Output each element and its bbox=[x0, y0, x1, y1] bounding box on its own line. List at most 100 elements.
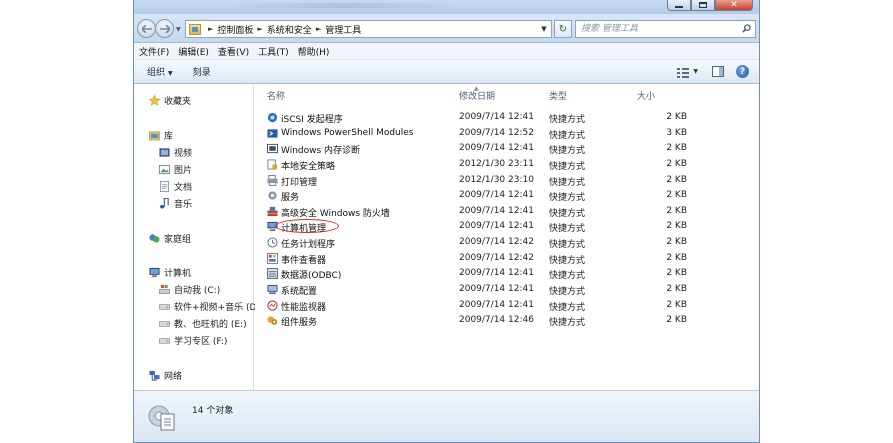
sidebar-item-videos[interactable]: 视频 bbox=[159, 146, 192, 159]
file-name: 数据源(ODBC) bbox=[281, 271, 342, 282]
file-name: 系统配置 bbox=[281, 287, 318, 298]
file-size: 2 KB bbox=[666, 174, 687, 185]
file-type: 快捷方式 bbox=[549, 177, 586, 188]
menu-file[interactable]: 文件(F) bbox=[139, 45, 169, 58]
chevron-right-icon[interactable]: ► bbox=[316, 25, 321, 33]
menu-view[interactable]: 查看(V) bbox=[218, 45, 249, 58]
preview-pane-icon[interactable] bbox=[712, 66, 724, 77]
file-date: 2009/7/14 12:41 bbox=[459, 221, 534, 232]
address-bar[interactable]: ► 控制面板 ► 系统和安全 ► 管理工具 ▼ bbox=[185, 20, 552, 38]
file-row[interactable]: 组件服务 2009/7/14 12:46 快捷方式 2 KB bbox=[255, 313, 759, 329]
menu-help[interactable]: 帮助(H) bbox=[298, 45, 330, 58]
sidebar-label: 教、也旺机的 (E:) bbox=[174, 320, 247, 330]
sidebar-item-computer[interactable]: 计算机 bbox=[149, 266, 191, 279]
file-row[interactable]: 事件查看器 2009/7/14 12:42 快捷方式 2 KB bbox=[255, 251, 759, 267]
sidebar-item-favorites[interactable]: 收藏夹 bbox=[149, 94, 191, 107]
file-date: 2009/7/14 12:42 bbox=[459, 252, 534, 263]
sidebar-item-music[interactable]: 音乐 bbox=[159, 197, 192, 210]
file-name: iSCSI 发起程序 bbox=[281, 115, 343, 125]
refresh-button[interactable]: ↻ bbox=[554, 20, 572, 38]
breadcrumb-admin-tools[interactable]: 管理工具 bbox=[325, 23, 361, 36]
task-scheduler-icon bbox=[267, 237, 278, 248]
sidebar-item-documents[interactable]: 文档 bbox=[159, 180, 192, 193]
file-row[interactable]: 数据源(ODBC) 2009/7/14 12:41 快捷方式 2 KB bbox=[255, 266, 759, 282]
sidebar-item-drive-d[interactable]: 软件+视频+音乐 (D bbox=[159, 300, 256, 313]
powershell-icon bbox=[267, 129, 278, 138]
control-panel-icon bbox=[189, 23, 201, 35]
burn-button[interactable]: 刻录 bbox=[193, 65, 211, 78]
organize-button[interactable]: 组织 ▼ bbox=[147, 65, 173, 78]
command-bar: 组织 ▼ 刻录 ▼ ? bbox=[134, 60, 759, 84]
column-header-type[interactable]: 类型 bbox=[549, 89, 567, 102]
file-name: 打印管理 bbox=[281, 177, 318, 188]
search-icon[interactable] bbox=[742, 24, 751, 33]
file-row[interactable]: 本地安全策略 2012/1/30 23:11 快捷方式 2 KB bbox=[255, 157, 759, 173]
sidebar-item-drive-e[interactable]: 教、也旺机的 (E:) bbox=[159, 317, 247, 330]
chevron-right-icon[interactable]: ► bbox=[257, 25, 262, 33]
sidebar-label: 学习专区 (F:) bbox=[174, 337, 228, 347]
breadcrumb-system-security[interactable]: 系统和安全 bbox=[267, 23, 312, 36]
sidebar-label: 库 bbox=[164, 132, 174, 142]
file-row[interactable]: 打印管理 2012/1/30 23:10 快捷方式 2 KB bbox=[255, 173, 759, 189]
chevron-right-icon[interactable]: ► bbox=[208, 25, 213, 33]
file-row[interactable]: 高级安全 Windows 防火墙 2009/7/14 12:41 快捷方式 2 KB bbox=[255, 204, 759, 220]
drive-icon bbox=[159, 304, 170, 310]
file-row[interactable]: Windows 内存诊断 2009/7/14 12:41 快捷方式 2 KB bbox=[255, 141, 759, 157]
file-row[interactable]: 服务 2009/7/14 12:41 快捷方式 2 KB bbox=[255, 188, 759, 204]
file-row[interactable]: 系统配置 2009/7/14 12:41 快捷方式 2 KB bbox=[255, 282, 759, 298]
sidebar-item-drive-f[interactable]: 学习专区 (F:) bbox=[159, 334, 227, 347]
file-size: 2 KB bbox=[666, 221, 687, 232]
computer-icon bbox=[149, 267, 160, 278]
column-header-name[interactable]: 名称 bbox=[267, 89, 285, 102]
file-row[interactable]: 任务计划程序 2009/7/14 12:42 快捷方式 2 KB bbox=[255, 235, 759, 251]
recent-pages-dropdown[interactable]: ▼ bbox=[176, 26, 181, 33]
chevron-down-icon[interactable]: ▼ bbox=[537, 25, 551, 33]
menu-bar: 文件(F) 编辑(E) 查看(V) 工具(T) 帮助(H) bbox=[134, 43, 759, 60]
menu-tools[interactable]: 工具(T) bbox=[258, 45, 289, 58]
file-date: 2009/7/14 12:41 bbox=[459, 268, 534, 279]
file-type: 快捷方式 bbox=[549, 115, 586, 125]
services-gear-icon bbox=[268, 191, 277, 200]
system-config-icon bbox=[267, 284, 278, 295]
maximize-button[interactable] bbox=[691, 0, 715, 11]
file-date: 2009/7/14 12:46 bbox=[459, 315, 534, 326]
file-row[interactable]: Windows PowerShell Modules 2009/7/14 12:5… bbox=[255, 126, 759, 142]
column-header-size[interactable]: 大小 bbox=[637, 89, 655, 102]
navigation-pane: 收藏夹 库 视频 图片 文档 音乐 家庭组 计算机 自动我 (C:) 软件+视频… bbox=[134, 85, 256, 390]
chevron-down-icon[interactable]: ▼ bbox=[693, 68, 698, 75]
file-date: 2009/7/14 12:41 bbox=[459, 205, 534, 216]
sidebar-item-libraries[interactable]: 库 bbox=[149, 129, 173, 142]
view-options-icon[interactable] bbox=[677, 67, 690, 78]
file-row[interactable]: 性能监视器 2009/7/14 12:41 快捷方式 2 KB bbox=[255, 298, 759, 314]
forward-button[interactable] bbox=[155, 19, 174, 38]
minimize-button[interactable] bbox=[667, 0, 691, 11]
search-input[interactable] bbox=[576, 21, 736, 37]
file-name: 计算机管理 bbox=[281, 224, 327, 235]
breadcrumb-control-panel[interactable]: 控制面板 bbox=[217, 23, 253, 36]
file-row[interactable]: iSCSI 发起程序 2009/7/14 12:41 快捷方式 2 KB bbox=[255, 110, 759, 126]
column-header-date[interactable]: 修改日期 bbox=[459, 89, 495, 102]
sidebar-item-drive-c[interactable]: 自动我 (C:) bbox=[159, 283, 220, 296]
file-name: Windows PowerShell Modules bbox=[281, 127, 414, 138]
drive-icon bbox=[159, 321, 170, 327]
sidebar-item-homegroup[interactable]: 家庭组 bbox=[149, 232, 191, 245]
sidebar-item-network[interactable]: 网络 bbox=[149, 369, 182, 382]
menu-edit[interactable]: 编辑(E) bbox=[178, 45, 209, 58]
search-box[interactable] bbox=[575, 20, 756, 38]
close-icon: ✕ bbox=[730, 0, 738, 10]
back-button[interactable] bbox=[137, 19, 156, 38]
sidebar-label: 文档 bbox=[174, 183, 193, 193]
title-bar[interactable]: ✕ bbox=[134, 0, 759, 14]
help-icon[interactable]: ? bbox=[736, 65, 749, 78]
file-row[interactable]: 计算机管理 2009/7/14 12:41 快捷方式 2 KB bbox=[255, 219, 759, 235]
sidebar-item-pictures[interactable]: 图片 bbox=[159, 163, 192, 176]
maximize-icon bbox=[699, 2, 707, 8]
file-name: 任务计划程序 bbox=[281, 240, 336, 251]
sidebar-label: 收藏夹 bbox=[164, 97, 192, 107]
close-button[interactable]: ✕ bbox=[715, 0, 753, 11]
file-date: 2009/7/14 12:41 bbox=[459, 112, 534, 122]
file-date: 2009/7/14 12:42 bbox=[459, 237, 534, 248]
event-viewer-icon bbox=[267, 252, 278, 264]
sidebar-label: 网络 bbox=[164, 372, 183, 382]
file-date: 2009/7/14 12:41 bbox=[459, 284, 534, 295]
